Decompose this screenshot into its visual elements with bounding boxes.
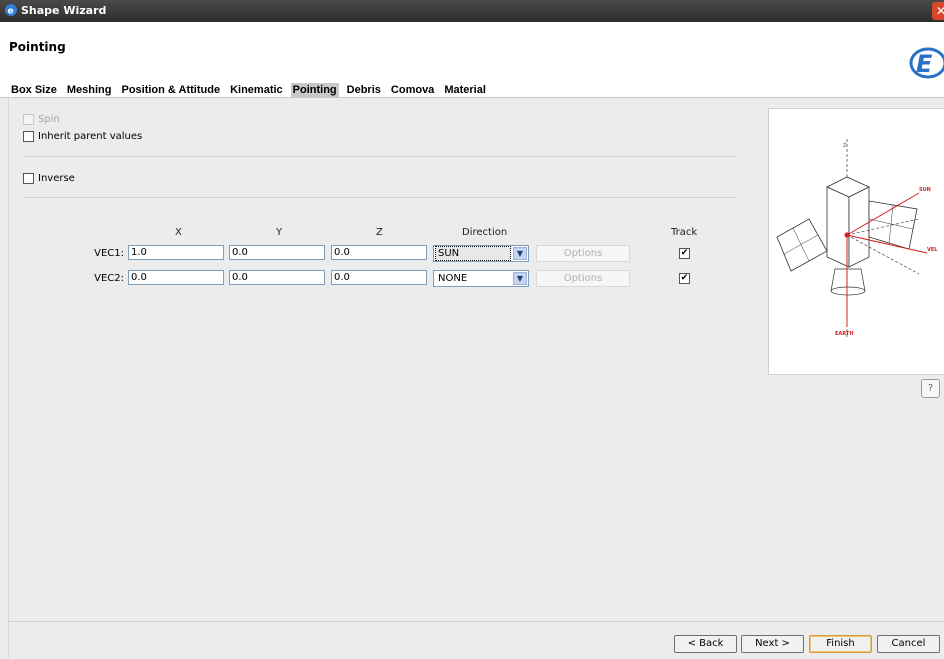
- title-bar: e Shape Wizard ✕: [0, 0, 944, 22]
- chevron-down-icon[interactable]: ▼: [513, 247, 527, 260]
- help-icon[interactable]: ?: [921, 379, 940, 398]
- tab-kinematic[interactable]: Kinematic: [228, 83, 285, 97]
- e2-logo: E: [909, 47, 944, 79]
- inherit-parent-checkbox[interactable]: Inherit parent values: [23, 131, 142, 142]
- panel-left-border: [8, 98, 9, 658]
- svg-text:e: e: [8, 7, 14, 17]
- divider: [23, 156, 737, 157]
- finish-button[interactable]: Finish: [809, 635, 872, 653]
- earth-label: EARTH: [835, 331, 854, 337]
- svg-text:E: E: [916, 50, 933, 78]
- vec1-track-checkbox[interactable]: ✔: [679, 248, 690, 259]
- vec2-z-input[interactable]: 0.0: [331, 270, 427, 285]
- column-header-z: Z: [376, 227, 383, 238]
- inherit-checkbox-box: [23, 131, 34, 142]
- tab-box-size[interactable]: Box Size: [9, 83, 59, 97]
- spin-checkbox-box: [23, 114, 34, 125]
- column-header-y: Y: [276, 227, 283, 238]
- satellite-diagram: Z SUN VEL EARTH: [776, 139, 938, 339]
- spin-checkbox[interactable]: Spin: [23, 114, 60, 125]
- app-icon: e: [5, 4, 17, 17]
- column-header-direction: Direction: [462, 227, 508, 238]
- vec1-label: VEC1:: [94, 248, 124, 259]
- spin-label: Spin: [38, 114, 60, 125]
- vel-label: VEL: [927, 247, 938, 253]
- cancel-button[interactable]: Cancel: [877, 635, 940, 653]
- vec2-options-button[interactable]: Options: [536, 270, 630, 287]
- vec1-x-input[interactable]: 1.0: [128, 245, 224, 260]
- tab-material[interactable]: Material: [442, 83, 488, 97]
- footer-divider: [9, 621, 944, 622]
- vec2-direction-value: NONE: [438, 273, 468, 284]
- tab-pointing[interactable]: Pointing: [290, 83, 339, 97]
- vec1-z-input[interactable]: 0.0: [331, 245, 427, 260]
- tab-bar: Box Size Meshing Position & Attitude Kin…: [9, 83, 488, 97]
- inverse-label: Inverse: [38, 173, 75, 184]
- next-button[interactable]: Next >: [741, 635, 804, 653]
- vec1-y-input[interactable]: 0.0: [229, 245, 325, 260]
- close-icon[interactable]: ✕: [932, 2, 944, 20]
- inherit-label: Inherit parent values: [38, 131, 143, 142]
- tab-comova[interactable]: Comova: [389, 83, 436, 97]
- z-axis-label: Z: [843, 143, 847, 149]
- back-button[interactable]: < Back: [674, 635, 737, 653]
- tab-position-attitude[interactable]: Position & Attitude: [119, 83, 222, 97]
- inverse-checkbox-box: [23, 173, 34, 184]
- column-header-x: X: [175, 227, 182, 238]
- window-title: Shape Wizard: [21, 4, 107, 17]
- inverse-checkbox[interactable]: Inverse: [23, 173, 75, 184]
- divider: [23, 197, 737, 198]
- vec1-direction-select[interactable]: SUN ▼: [433, 245, 529, 262]
- tab-debris[interactable]: Debris: [345, 83, 383, 97]
- vec2-track-checkbox[interactable]: ✔: [679, 273, 690, 284]
- vec2-x-input[interactable]: 0.0: [128, 270, 224, 285]
- page-title: Pointing: [9, 40, 66, 54]
- vec2-y-input[interactable]: 0.0: [229, 270, 325, 285]
- vec1-options-button[interactable]: Options: [536, 245, 630, 262]
- tab-meshing[interactable]: Meshing: [65, 83, 114, 97]
- chevron-down-icon[interactable]: ▼: [513, 272, 527, 285]
- pointing-diagram: Z SUN VEL EARTH: [768, 108, 944, 375]
- sun-label: SUN: [919, 187, 931, 193]
- vec1-direction-value: SUN: [435, 246, 511, 261]
- column-header-track: Track: [671, 227, 698, 238]
- vec2-direction-select[interactable]: NONE ▼: [433, 270, 529, 287]
- vec2-label: VEC2:: [94, 273, 124, 284]
